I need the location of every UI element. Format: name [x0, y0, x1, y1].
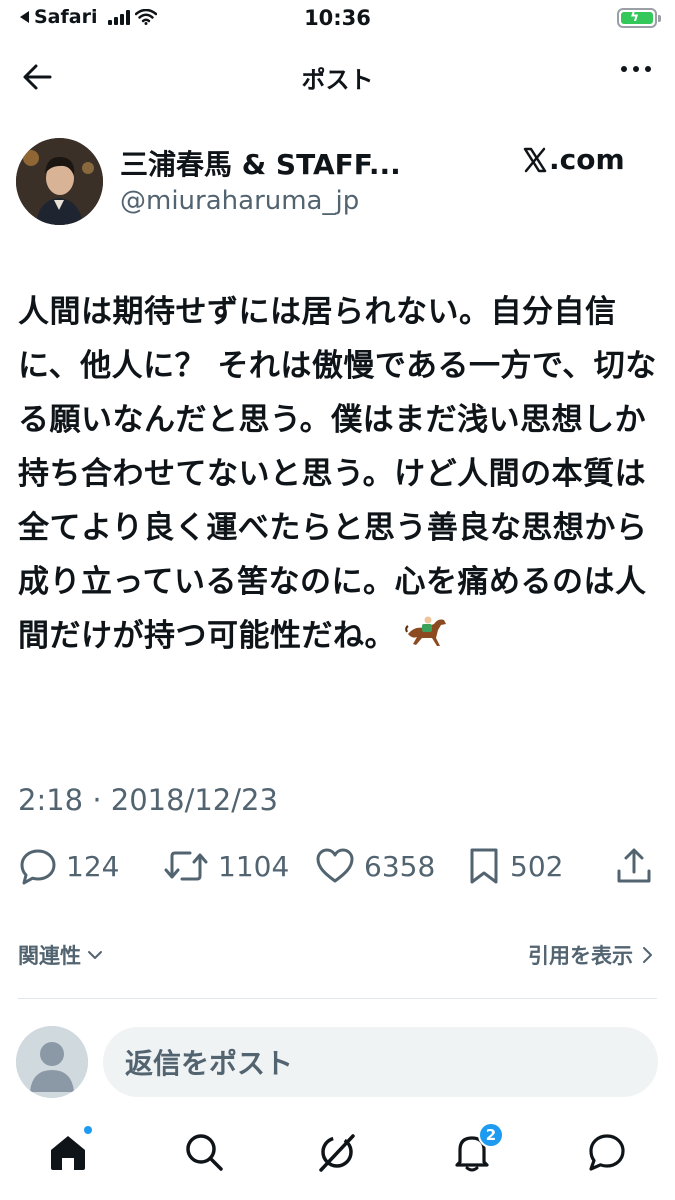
- home-icon: [51, 1136, 85, 1170]
- grok-icon: [319, 1134, 355, 1172]
- page-title: ポスト: [301, 66, 374, 94]
- bottom-tab-bar: 2: [0, 1120, 675, 1200]
- share-icon: [617, 848, 651, 883]
- quotes-label: 引用を表示: [528, 944, 633, 968]
- status-time: 10:36: [304, 6, 371, 30]
- tweet-text: 人間は期待せずには居られない。自分自信に、他人に？ それは傲慢である一方で、切な…: [18, 285, 658, 665]
- source-label: .com: [522, 143, 625, 176]
- more-dot-icon: [633, 66, 639, 72]
- bookmark-icon: [470, 848, 498, 884]
- default-avatar-icon: [16, 1026, 88, 1098]
- chevron-down-icon: [88, 951, 102, 959]
- heart-icon: [316, 848, 354, 883]
- search-icon: [186, 1134, 223, 1171]
- tab-home[interactable]: [46, 1126, 92, 1174]
- share-button[interactable]: [614, 846, 654, 886]
- like-button[interactable]: 6358: [314, 846, 435, 886]
- notifications-badge: 2: [478, 1122, 504, 1148]
- avatar-portrait-icon: [16, 138, 103, 225]
- more-dot-icon: [621, 66, 627, 72]
- post-header: ポスト: [0, 48, 675, 104]
- chat-bubble-icon: [589, 1134, 625, 1171]
- like-count: 6358: [364, 849, 436, 883]
- repost-button[interactable]: 1104: [162, 846, 289, 886]
- sort-label: 関連性: [18, 944, 81, 968]
- user-avatar[interactable]: [16, 1026, 88, 1098]
- bookmark-button[interactable]: 502: [466, 846, 563, 886]
- battery-icon: ϟ: [617, 8, 661, 28]
- chevron-right-icon: [643, 947, 652, 963]
- reply-count: 124: [66, 849, 120, 883]
- reply-input[interactable]: 返信をポスト: [103, 1027, 658, 1097]
- reply-placeholder: 返信をポスト: [125, 1047, 294, 1080]
- divider: [18, 998, 657, 999]
- author-avatar[interactable]: [16, 138, 103, 225]
- tab-search[interactable]: [182, 1130, 226, 1174]
- tweet-timestamp[interactable]: 2:18 · 2018/12/23: [18, 783, 278, 817]
- more-dot-icon: [645, 66, 651, 72]
- reply-button[interactable]: 124: [18, 846, 119, 886]
- repost-icon: [164, 851, 208, 881]
- reply-icon: [20, 849, 56, 885]
- tweet-body: 人間は期待せずには居られない。自分自信に、他人に？ それは傲慢である一方で、切な…: [18, 294, 657, 654]
- author-handle[interactable]: @miuraharuma_jp: [120, 186, 359, 216]
- source-domain: .com: [549, 143, 625, 176]
- view-quotes-link[interactable]: 引用を表示: [528, 940, 653, 970]
- author-name[interactable]: 三浦春馬 & STAFF...: [120, 143, 401, 183]
- tab-grok[interactable]: [315, 1130, 359, 1174]
- x-logo-icon: [523, 147, 547, 172]
- sort-relevance-dropdown[interactable]: 関連性: [18, 940, 103, 970]
- home-notification-dot: [84, 1126, 92, 1134]
- bookmark-count: 502: [510, 849, 564, 883]
- tab-notifications[interactable]: 2: [450, 1122, 504, 1174]
- more-options-button[interactable]: [621, 66, 651, 72]
- tab-messages[interactable]: [585, 1130, 629, 1174]
- status-bar: Safari 10:36 ϟ: [0, 0, 675, 40]
- repost-count: 1104: [218, 849, 290, 883]
- horse-racing-icon: [404, 611, 450, 665]
- action-bar: 124 1104 6358 502: [0, 846, 675, 896]
